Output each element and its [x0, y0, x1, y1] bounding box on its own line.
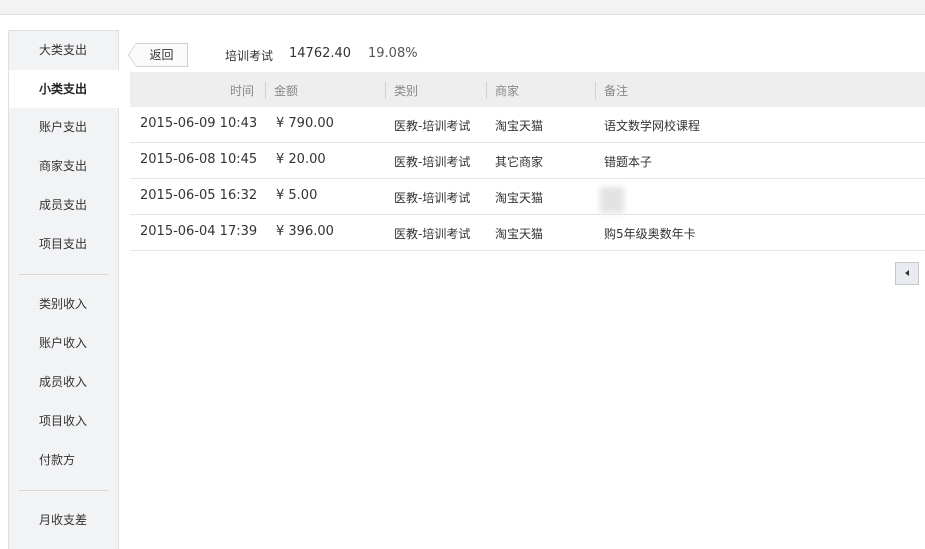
sidebar-item-major-expense[interactable]: 大类支出: [9, 31, 118, 70]
sidebar-divider: [19, 274, 108, 275]
sidebar-item-monthly-balance[interactable]: 月收支差: [9, 501, 118, 540]
header-note[interactable]: 备注: [595, 82, 628, 99]
table-row[interactable]: 2015-06-08 10:45 ¥ 20.00 医教-培训考试 其它商家 错题…: [130, 143, 925, 179]
header-category[interactable]: 类别: [385, 82, 418, 99]
collapse-panel-button[interactable]: [895, 262, 919, 285]
redacted-note: [600, 187, 624, 213]
cell-amount: ¥ 790.00: [276, 116, 334, 131]
sidebar-item-category-income[interactable]: 类别收入: [9, 285, 118, 324]
table-row[interactable]: 2015-06-05 16:32 ¥ 5.00 医教-培训考试 淘宝天猫: [130, 179, 925, 215]
cell-amount: ¥ 5.00: [276, 188, 318, 203]
report-sidebar: 大类支出 小类支出 账户支出 商家支出 成员支出 项目支出 类别收入 账户收入 …: [8, 30, 119, 549]
table-row[interactable]: 2015-06-04 17:39 ¥ 396.00 医教-培训考试 淘宝天猫 购…: [130, 215, 925, 251]
sidebar-item-minor-expense[interactable]: 小类支出: [9, 70, 119, 108]
cell-time: 2015-06-05 16:32: [140, 188, 258, 203]
cell-amount: ¥ 396.00: [276, 224, 334, 239]
cell-merchant: 淘宝天猫: [495, 119, 544, 133]
back-button[interactable]: 返回: [128, 43, 188, 67]
sidebar-item-account-income[interactable]: 账户收入: [9, 324, 118, 363]
table-header: 时间 金额 类别 商家 备注: [130, 72, 925, 107]
transactions-table: 时间 金额 类别 商家 备注 2015-06-09 10:43 ¥ 790.00…: [130, 72, 925, 251]
sidebar-item-project-expense[interactable]: 项目支出: [9, 225, 118, 264]
header-merchant[interactable]: 商家: [486, 82, 519, 99]
cell-category: 医教-培训考试: [394, 191, 471, 205]
caret-left-icon: [905, 270, 909, 276]
cell-time: 2015-06-04 17:39: [140, 224, 258, 239]
cell-note: 错题本子: [604, 155, 653, 169]
sidebar-item-payer[interactable]: 付款方: [9, 441, 118, 480]
cell-time: 2015-06-09 10:43: [140, 116, 258, 131]
summary-amount: 14762.40: [289, 46, 352, 61]
cell-amount: ¥ 20.00: [276, 152, 326, 167]
sidebar-item-member-income[interactable]: 成员收入: [9, 363, 118, 402]
cell-category: 医教-培训考试: [394, 155, 471, 169]
sidebar-divider: [19, 490, 108, 491]
cell-merchant: 淘宝天猫: [495, 191, 544, 205]
cell-merchant: 其它商家: [495, 155, 544, 169]
sidebar-item-member-expense[interactable]: 成员支出: [9, 186, 118, 225]
table-row[interactable]: 2015-06-09 10:43 ¥ 790.00 医教-培训考试 淘宝天猫 语…: [130, 107, 925, 143]
sidebar-item-account-expense[interactable]: 账户支出: [9, 108, 118, 147]
summary-percent: 19.08%: [368, 46, 418, 61]
cell-category: 医教-培训考试: [394, 227, 471, 241]
cell-time: 2015-06-08 10:45: [140, 152, 258, 167]
cell-merchant: 淘宝天猫: [495, 227, 544, 241]
top-bar: [0, 0, 925, 15]
cell-note: 语文数学网校课程: [604, 119, 701, 133]
cell-category: 医教-培训考试: [394, 119, 471, 133]
cell-note: 购5年级奥数年卡: [604, 227, 696, 241]
header-time[interactable]: 时间: [230, 82, 254, 99]
header-amount[interactable]: 金额: [265, 82, 298, 99]
summary-bar: 返回 培训考试 14762.40 19.08%: [128, 30, 925, 72]
detail-panel: 返回 培训考试 14762.40 19.08% 时间 金额 类别 商家 备注 2…: [128, 30, 925, 251]
sidebar-item-merchant-expense[interactable]: 商家支出: [9, 147, 118, 186]
summary-category: 培训考试: [225, 49, 274, 63]
sidebar-item-project-income[interactable]: 项目收入: [9, 402, 118, 441]
